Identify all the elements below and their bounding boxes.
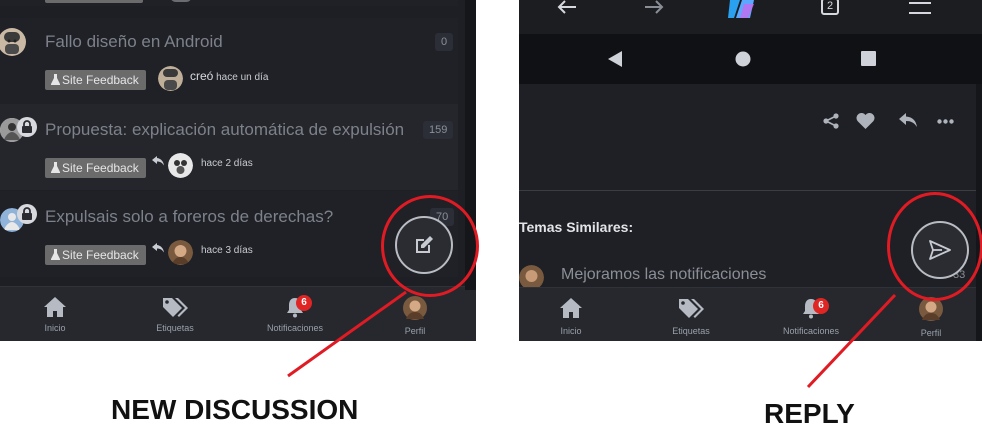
caption-new-discussion: NEW DISCUSSION <box>111 394 359 425</box>
caption-reply: REPLY <box>764 398 855 429</box>
annotation-arrows <box>287 290 897 389</box>
arrow-line-new-discussion <box>287 290 407 378</box>
arrow-line-reply <box>806 293 897 389</box>
